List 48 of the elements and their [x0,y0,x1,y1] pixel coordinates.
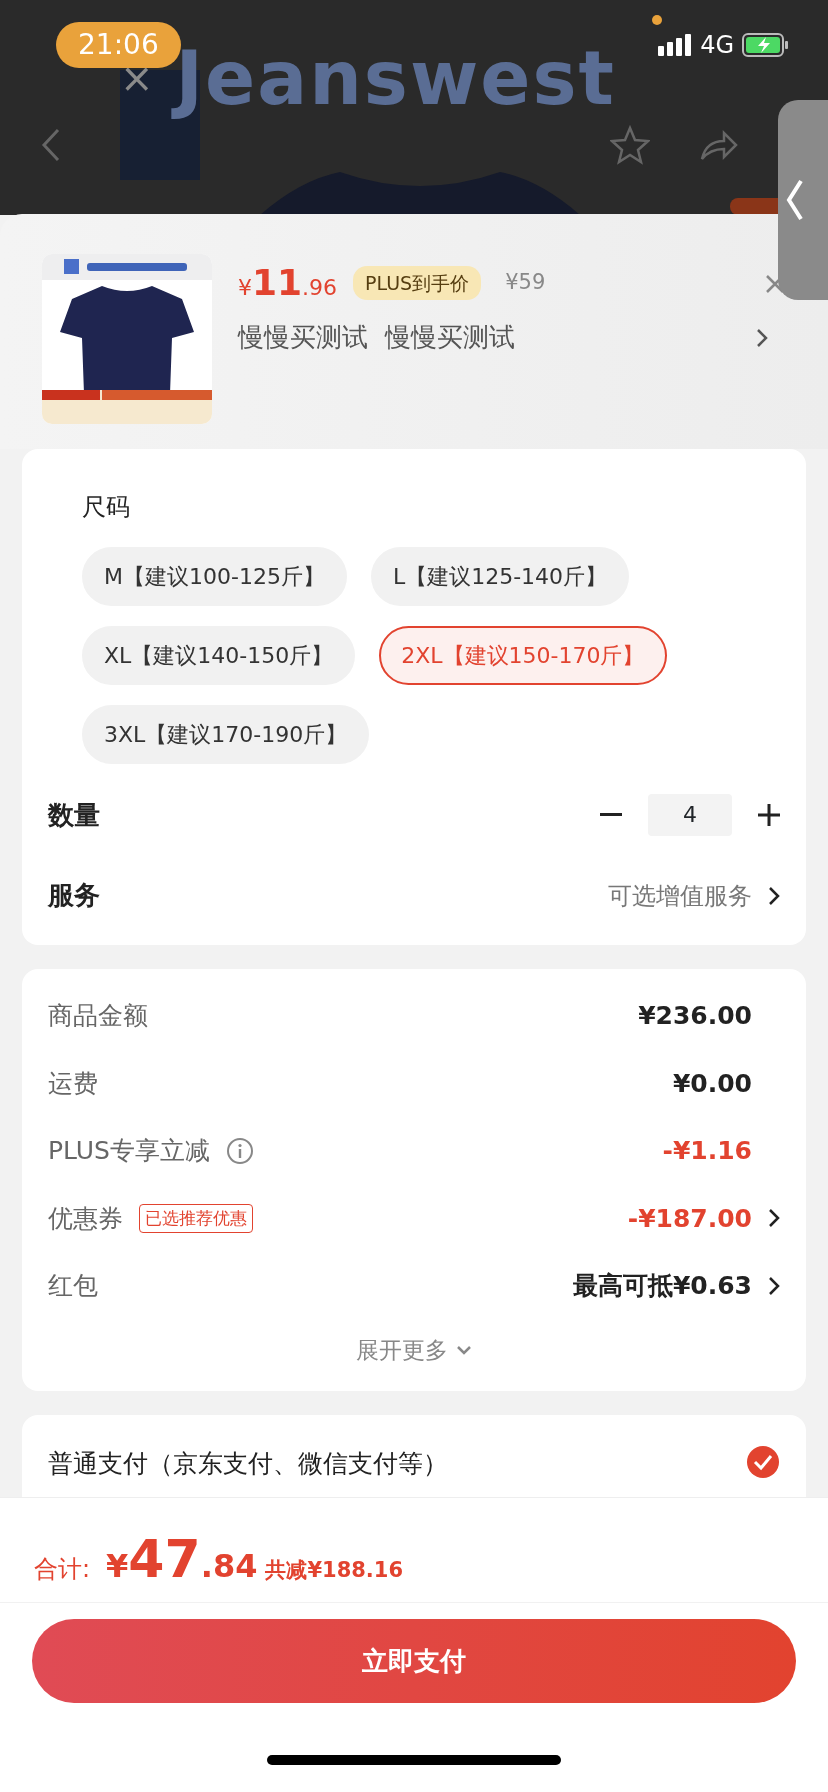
back-icon [40,127,62,163]
price-tag: PLUS到手价 [353,265,482,301]
quantity-label: 数量 [48,798,100,832]
battery-icon [742,33,790,57]
chevron-down-icon [456,1344,472,1355]
section-label: 尺码 [82,492,131,523]
cost-value: ¥0.00 [672,1067,752,1100]
minus-icon[interactable] [600,813,622,817]
chevron-right-icon [756,327,768,348]
network-label: 4G [700,30,734,61]
total-price: ¥47.84 [106,1528,258,1591]
pay-now-button[interactable]: 立即支付 [32,1619,796,1703]
size-option[interactable]: 3XL【建议170-190斤】 [82,705,370,764]
total-label: 合计: [34,1554,91,1585]
service-label: 服务 [48,879,100,912]
cost-value: -¥187.00 [627,1202,752,1235]
cost-value: -¥1.16 [662,1135,752,1167]
status-time: 21:06 [56,22,181,68]
check-icon[interactable] [746,1445,780,1479]
quantity-field[interactable]: 4 [648,794,732,836]
plus-icon[interactable] [758,804,780,826]
coupon-tag: 已选推荐优惠 [139,1203,253,1233]
signal-icon [658,34,693,56]
cost-value: ¥236.00 [638,1000,752,1032]
size-option[interactable]: L【建议125-140斤】 [370,547,630,606]
side-handle[interactable] [778,100,828,300]
product-title: 慢慢买测试 慢慢买测试 [238,321,515,354]
chevron-right-icon[interactable] [768,1208,780,1229]
cost-label: PLUS专享立减 [48,1135,210,1167]
cost-label: 红包 [48,1270,98,1302]
chevron-right-icon [768,885,780,906]
cost-label: 优惠券 [48,1202,123,1235]
size-option[interactable]: 2XL【建议150-170斤】 [379,626,667,685]
size-option[interactable]: M【建议100-125斤】 [82,547,347,606]
cost-label: 商品金额 [48,1000,148,1032]
dot-icon [651,14,663,26]
chevron-right-icon[interactable] [768,1275,780,1296]
service-option[interactable]: 可选增值服务 [608,877,752,914]
chevron-left-icon [786,178,804,222]
cost-value: 最高可抵¥0.63 [572,1270,752,1302]
star-icon [610,125,650,165]
total-saving: 共减¥188.16 [265,1557,404,1584]
expand-more-link[interactable]: 展开更多 [356,1332,448,1367]
size-option[interactable]: XL【建议140-150斤】 [82,626,356,685]
original-price: ¥59 [505,269,546,297]
cost-label: 运费 [48,1067,98,1100]
promo-price: ¥11.96 [238,261,338,305]
info-icon[interactable] [225,1136,254,1165]
